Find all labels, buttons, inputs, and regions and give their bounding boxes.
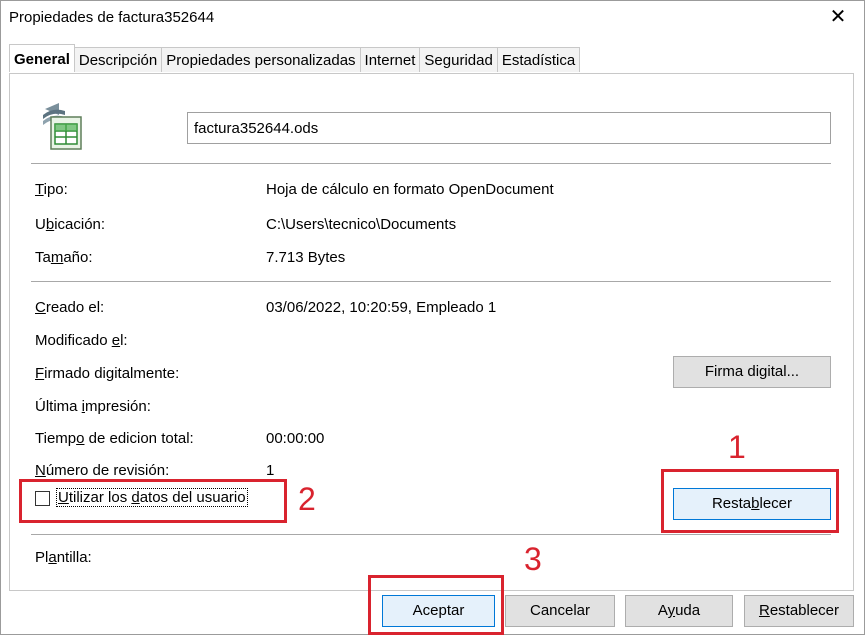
tab-estadistica[interactable]: Estadística	[496, 47, 581, 72]
title-bar: Propiedades de factura352644 ✕	[1, 1, 864, 35]
template-label: Plantilla:	[35, 549, 92, 566]
annotation-number-2: 2	[298, 481, 316, 517]
tab-internet[interactable]: Internet	[359, 47, 421, 72]
edit-time-value: 00:00:00	[266, 430, 325, 447]
digital-signature-button[interactable]: Firma digital...	[673, 356, 831, 388]
revision-value: 1	[266, 462, 275, 479]
help-button[interactable]: Ayuda	[625, 595, 733, 627]
annotation-box-2	[19, 479, 287, 523]
annotation-box-1	[661, 469, 839, 533]
signed-label: Firmado digitalmente:	[35, 365, 180, 382]
created-label: Creado el:	[35, 299, 105, 316]
annotation-number-3: 3	[524, 541, 542, 577]
filename-input[interactable]	[187, 112, 831, 144]
size-label: Tamaño:	[35, 249, 93, 266]
last-print-label: Última impresión:	[35, 398, 151, 415]
divider	[31, 534, 831, 535]
revision-label: Número de revisión:	[35, 462, 170, 479]
properties-dialog: Propiedades de factura352644 ✕ General D…	[0, 0, 865, 635]
spreadsheet-document-icon	[43, 103, 82, 150]
type-label: Tipo:	[35, 181, 68, 198]
tab-bar: General Descripción Propiedades personal…	[9, 44, 581, 73]
window-title: Propiedades de factura352644	[9, 9, 215, 26]
tab-propiedades-personalizadas[interactable]: Propiedades personalizadas	[161, 47, 361, 72]
edit-time-label: Tiempo de edicion total:	[35, 430, 194, 447]
tab-general[interactable]: General	[9, 44, 75, 72]
type-value: Hoja de cálculo en formato OpenDocument	[266, 181, 554, 198]
reset-button[interactable]: Restablecer	[744, 595, 854, 627]
size-value: 7.713 Bytes	[266, 249, 346, 266]
tab-seguridad[interactable]: Seguridad	[419, 47, 498, 72]
cancel-button[interactable]: Cancelar	[505, 595, 615, 627]
tab-descripcion[interactable]: Descripción	[73, 47, 163, 72]
modified-label: Modificado el:	[35, 332, 128, 349]
created-value: 03/06/2022, 10:20:59, Empleado 1	[266, 299, 497, 316]
location-value: C:\Users\tecnico\Documents	[266, 216, 457, 233]
close-icon[interactable]: ✕	[826, 5, 850, 29]
location-label: Ubicación:	[35, 216, 106, 233]
annotation-box-3	[368, 575, 504, 635]
divider	[31, 163, 831, 164]
annotation-number-1: 1	[728, 429, 746, 465]
divider	[31, 281, 831, 282]
